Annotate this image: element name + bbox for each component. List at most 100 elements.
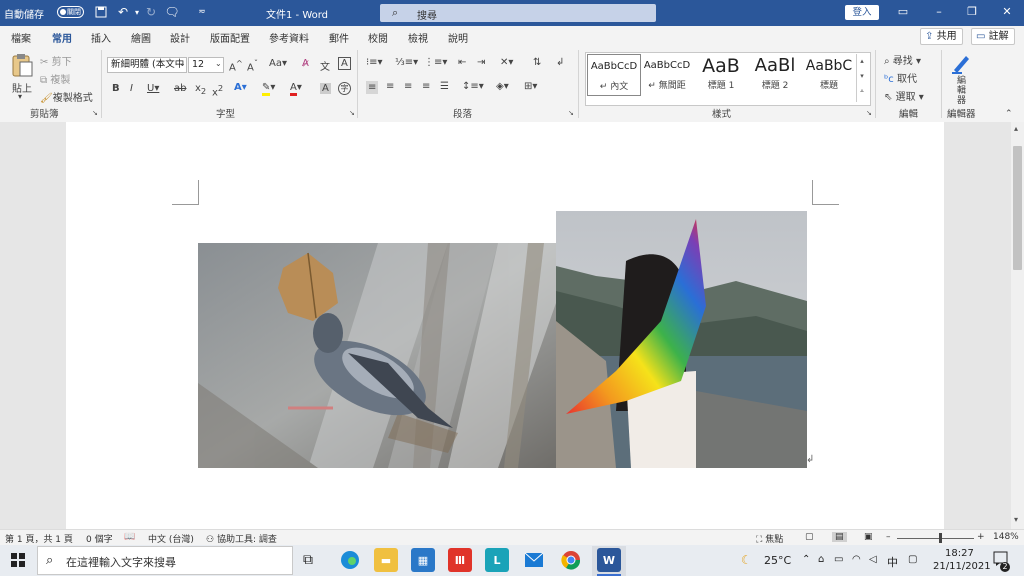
show-marks-icon[interactable]: ↲: [556, 57, 564, 68]
rainbow-flag-photo[interactable]: [556, 211, 807, 468]
paste-dropdown-icon[interactable]: ▾: [18, 92, 22, 101]
language-indicator[interactable]: 中文 (台灣): [148, 532, 194, 545]
minimize-button[interactable]: –: [929, 4, 949, 20]
task-view-icon[interactable]: ⧉: [303, 552, 313, 568]
strikethrough-button[interactable]: ab: [174, 83, 186, 94]
word-count[interactable]: 0 個字: [86, 532, 113, 545]
tab-insert[interactable]: 插入: [91, 30, 111, 45]
phonetic-guide-icon[interactable]: 文: [320, 58, 330, 73]
scroll-down-icon[interactable]: ▾: [1014, 515, 1018, 524]
ribbon-display-options-icon[interactable]: ▭: [893, 4, 913, 20]
editor-icon[interactable]: [950, 52, 972, 74]
align-right-icon[interactable]: ≡: [404, 81, 412, 92]
paste-icon[interactable]: [10, 52, 34, 78]
store-icon[interactable]: ▦: [411, 548, 435, 572]
decrease-indent-icon[interactable]: ⇤: [458, 57, 466, 68]
style-heading-1[interactable]: AaB 標題 1: [695, 54, 747, 94]
edge-icon[interactable]: [338, 548, 362, 572]
network-icon[interactable]: ⌂: [818, 554, 824, 565]
italic-button[interactable]: I: [130, 83, 133, 94]
signin-button[interactable]: 登入: [845, 5, 879, 20]
clock-time[interactable]: 18:27: [945, 548, 974, 559]
character-shading-icon[interactable]: A: [320, 83, 331, 94]
tab-design[interactable]: 設計: [170, 30, 190, 45]
asian-layout-icon[interactable]: ✕▾: [500, 57, 513, 68]
replace-button[interactable]: ᵇc 取代: [884, 70, 917, 85]
file-explorer-icon[interactable]: ▬: [374, 548, 398, 572]
restore-button[interactable]: ❐: [962, 4, 982, 20]
underline-button[interactable]: U▾: [147, 83, 159, 94]
redo-icon[interactable]: ↻: [144, 5, 158, 19]
styles-scroll[interactable]: ▴ ▾ ⩡: [856, 54, 867, 102]
tab-view[interactable]: 檢視: [408, 30, 428, 45]
tab-draw[interactable]: 繪圖: [131, 30, 151, 45]
scroll-thumb[interactable]: [1013, 146, 1022, 270]
proofing-icon[interactable]: 📖: [124, 532, 135, 542]
zoom-level[interactable]: 148%: [993, 532, 1019, 542]
text-effects-icon[interactable]: A▾: [234, 82, 247, 93]
share-button[interactable]: ⇪ 共用: [920, 28, 963, 45]
ime-indicator[interactable]: 中: [887, 554, 898, 570]
show-hidden-icons[interactable]: ⌃: [802, 554, 810, 565]
line-spacing-icon[interactable]: ↕≡▾: [462, 81, 484, 92]
select-button[interactable]: ⇖ 選取 ▾: [884, 88, 924, 103]
multilevel-list-icon[interactable]: ⋮≡▾: [424, 57, 447, 68]
battery-icon[interactable]: ▭: [834, 554, 843, 565]
ime-mode-icon[interactable]: ▢: [908, 554, 917, 565]
windows-start-icon[interactable]: [11, 553, 25, 567]
clipboard-launcher-icon[interactable]: ↘: [92, 109, 98, 117]
clear-formatting-icon[interactable]: A̷: [302, 58, 309, 69]
align-center-icon[interactable]: ≡: [386, 81, 394, 92]
increase-indent-icon[interactable]: ⇥: [477, 57, 485, 68]
vertical-scrollbar[interactable]: ▴ ▾: [1011, 122, 1024, 529]
tab-file[interactable]: 檔案: [11, 30, 31, 45]
zoom-in-button[interactable]: +: [977, 532, 985, 542]
weather-icon[interactable]: ☾: [741, 553, 752, 567]
zoom-slider-thumb[interactable]: [939, 533, 942, 543]
volume-icon[interactable]: ◁: [869, 554, 877, 565]
font-launcher-icon[interactable]: ↘: [349, 109, 355, 117]
zoom-out-button[interactable]: –: [886, 532, 891, 542]
zoom-slider[interactable]: [897, 538, 974, 539]
bold-button[interactable]: B: [112, 83, 120, 94]
tab-layout[interactable]: 版面配置: [210, 30, 250, 45]
copy-button[interactable]: ⧉ 複製: [40, 71, 70, 86]
tab-references[interactable]: 參考資料: [269, 30, 309, 45]
chrome-icon[interactable]: [559, 548, 583, 572]
autosave-toggle[interactable]: 關閉: [57, 6, 84, 18]
format-painter-button[interactable]: 🖌複製格式: [40, 89, 93, 104]
shading-icon[interactable]: ◈▾: [496, 81, 509, 92]
borders-icon[interactable]: ⊞▾: [524, 81, 537, 92]
collapse-ribbon-icon[interactable]: ⌃: [1005, 109, 1013, 119]
undo-icon[interactable]: ↶: [116, 5, 130, 19]
word-icon[interactable]: W: [597, 548, 621, 572]
superscript-button[interactable]: x2: [212, 83, 223, 98]
comment-icon[interactable]: 🗨: [164, 5, 179, 19]
app-l-icon[interactable]: L: [485, 548, 509, 572]
tab-mailings[interactable]: 郵件: [329, 30, 349, 45]
weather-temp[interactable]: 25°C: [764, 554, 791, 567]
web-layout-icon[interactable]: ▣: [864, 532, 873, 542]
print-layout-icon[interactable]: ▤: [832, 532, 847, 542]
editor-button-label[interactable]: 編 輯 器: [957, 76, 966, 106]
tab-review[interactable]: 校閱: [368, 30, 388, 45]
align-left-icon[interactable]: ≡: [366, 81, 379, 94]
close-button[interactable]: ✕: [997, 4, 1017, 20]
customize-qat-icon[interactable]: ≂: [195, 5, 209, 19]
highlight-icon[interactable]: ✎▾: [262, 82, 275, 96]
font-name-combo[interactable]: 新細明體 (本文中: [107, 57, 187, 73]
font-color-icon[interactable]: A▾: [290, 82, 302, 96]
cut-button[interactable]: ✂ 剪下: [40, 53, 72, 68]
mail-icon[interactable]: [522, 548, 546, 572]
scroll-up-icon[interactable]: ▴: [1014, 124, 1018, 133]
style-normal[interactable]: AaBbCcD ↵ 內文: [587, 54, 641, 96]
page-count[interactable]: 第 1 頁，共 1 頁: [5, 532, 73, 545]
change-case-button[interactable]: Aa▾: [269, 58, 287, 69]
accessibility-checker[interactable]: ⚇ 協助工具: 調查: [206, 532, 277, 545]
styles-launcher-icon[interactable]: ↘: [866, 109, 872, 117]
read-mode-icon[interactable]: ▢: [805, 532, 814, 542]
sort-icon[interactable]: ⇅: [533, 57, 541, 68]
clock-date[interactable]: 21/11/2021: [933, 561, 991, 572]
grow-font-button[interactable]: A^: [229, 58, 243, 73]
search-box[interactable]: ⌕ 搜尋: [380, 4, 656, 22]
